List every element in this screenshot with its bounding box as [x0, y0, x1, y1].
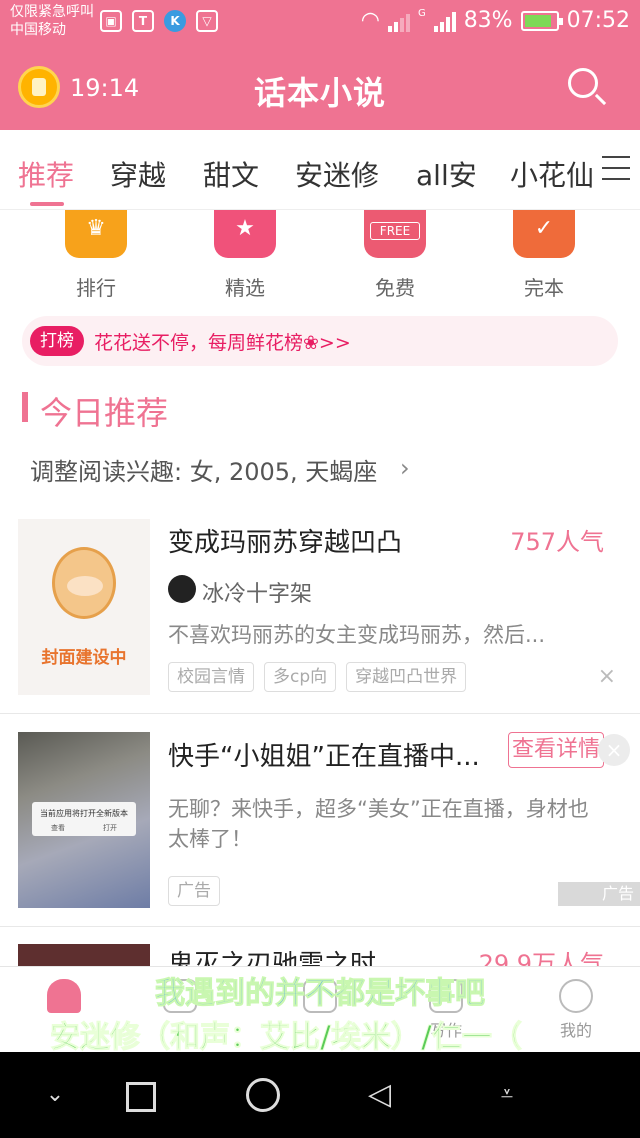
free-icon: FREE [364, 210, 426, 258]
battery-percent: 83% [463, 8, 513, 33]
anime-girl-illustration [52, 547, 116, 619]
category-label: 完本 [524, 276, 564, 300]
section-title: 今日推荐 [40, 394, 169, 432]
ad-description: 无聊？来快手，超多“美女”正在直播，身材也太棒了！ [168, 797, 589, 851]
view-details-button[interactable]: 查看详情 [508, 732, 604, 768]
book-tag[interactable]: 校园言情 [168, 662, 254, 692]
dismiss-icon[interactable]: × [598, 664, 616, 689]
lyrics-line-1: 我遇到的并不都是坏事吧 [155, 976, 486, 1012]
active-tab-indicator [30, 202, 64, 206]
author-name[interactable]: 冰冷十字架 [202, 576, 312, 608]
clock: 07:52 [566, 8, 630, 33]
notification-icons: ▣ T K ▽ [100, 10, 218, 32]
ad-cover-dialog-button: 打开 [103, 824, 117, 832]
signal-weak-icon [387, 10, 410, 32]
category-label: 精选 [225, 276, 265, 300]
category-tabs: 推荐 穿越 甜文 安迷修 all安 小花仙 [0, 130, 640, 210]
ad-label: 广告 [168, 876, 220, 906]
wifi-icon: ◠ [360, 8, 380, 33]
ad-corner-badge: 广告 [558, 882, 640, 906]
banner-badge: 打榜 [30, 326, 84, 356]
search-icon[interactable] [568, 68, 598, 98]
tab-anmixiu[interactable]: 安迷修 [295, 154, 379, 194]
author-avatar [168, 575, 196, 603]
tab-all-an[interactable]: all安 [416, 154, 477, 194]
flower-ranking-banner[interactable]: 打榜 花花送不停，每周鲜花榜❀>> [22, 316, 618, 366]
row-divider [0, 713, 640, 714]
carrier-info: 仅限紧急呼叫 中国移动 [10, 3, 94, 39]
ad-cover-dialog-button: 查看 [51, 824, 65, 832]
trophy-icon: ♛ [65, 210, 127, 258]
category-featured[interactable]: ★ 精选 [195, 210, 295, 300]
free-icon-text: FREE [370, 222, 420, 240]
chevron-down-icon[interactable]: ⌄ [38, 1078, 72, 1112]
cover-placeholder-text: 封面建设中 [41, 648, 127, 668]
reading-preferences-link[interactable]: 调整阅读兴趣: 女, 2005, 天蝎座 [30, 452, 377, 487]
banner-text: 花花送不停，每周鲜花榜❀>> [94, 331, 351, 354]
ad-title[interactable]: 快手“小姐姐”正在直播中... [168, 736, 478, 773]
tab-sweet[interactable]: 甜文 [203, 154, 259, 194]
battery-icon [520, 10, 563, 31]
carrier-line2: 中国移动 [10, 22, 66, 38]
image-icon: ▣ [100, 10, 122, 32]
category-completed[interactable]: ✓ 完本 [494, 210, 594, 300]
page-title: 话本小说 [253, 74, 386, 112]
category-label: 排行 [76, 276, 116, 300]
tab-xiaohuaxian[interactable]: 小花仙 [510, 154, 594, 194]
status-right: ◠ G 83% 07:52 [361, 8, 630, 33]
signal-icon [433, 10, 456, 32]
home-button-icon[interactable] [246, 1078, 280, 1112]
ad-close-icon[interactable]: × [598, 734, 630, 766]
row-divider [0, 926, 640, 927]
back-icon[interactable]: ◁ [368, 1078, 402, 1112]
status-bar: 仅限紧急呼叫 中国移动 ▣ T K ▽ ◠ G 83% 07:52 [0, 0, 640, 46]
book-tag[interactable]: 多cp向 [264, 662, 337, 692]
book-description: 不喜欢玛丽苏的女主变成玛丽苏，然后... [168, 623, 546, 647]
tab-recommend[interactable]: 推荐 [18, 154, 74, 194]
network-type: G [417, 8, 426, 19]
system-navigation-bar: ⌄ ◁ ⩡ [0, 1052, 640, 1138]
tab-time-travel[interactable]: 穿越 [110, 154, 166, 194]
book-tag[interactable]: 穿越凹凸世界 [346, 662, 467, 692]
book-title[interactable]: 变成玛丽苏穿越凹凸 [168, 522, 402, 559]
carrier-line1: 仅限紧急呼叫 [10, 4, 94, 20]
ad-cover-dialog-text: 当前应用将打开全新版本 [40, 809, 128, 818]
category-free[interactable]: FREE 免费 [345, 210, 445, 300]
ad-cover-dialog: 当前应用将打开全新版本 查看 打开 [32, 802, 136, 836]
menu-icon[interactable] [602, 156, 630, 180]
book-tags: 校园言情 多cp向 穿越凹凸世界 [168, 662, 467, 692]
book-popularity: 757人气 [510, 528, 604, 556]
k-app-icon: K [164, 10, 186, 32]
vpn-shield-icon: ▽ [196, 10, 218, 32]
category-label: 免费 [375, 276, 415, 300]
app-header: 19:14 话本小说 [0, 46, 640, 130]
section-marker [22, 392, 28, 422]
nav-label: 我的 [559, 1021, 592, 1040]
notification-pull-icon[interactable]: ⩡ [490, 1078, 524, 1112]
star-icon: ★ [214, 210, 276, 258]
category-ranking[interactable]: ♛ 排行 [46, 210, 146, 300]
book-cover[interactable]: 封面建设中 [18, 519, 150, 695]
check-icon: ✓ [513, 210, 575, 258]
lyrics-line-2: 安迷修（和声：艾比/埃米）/仁一（ [50, 1020, 523, 1056]
shield-t-icon: T [132, 10, 154, 32]
recents-icon[interactable] [126, 1082, 156, 1112]
chevron-right-icon: › [400, 454, 410, 482]
ad-cover[interactable]: 当前应用将打开全新版本 查看 打开 [18, 732, 150, 908]
